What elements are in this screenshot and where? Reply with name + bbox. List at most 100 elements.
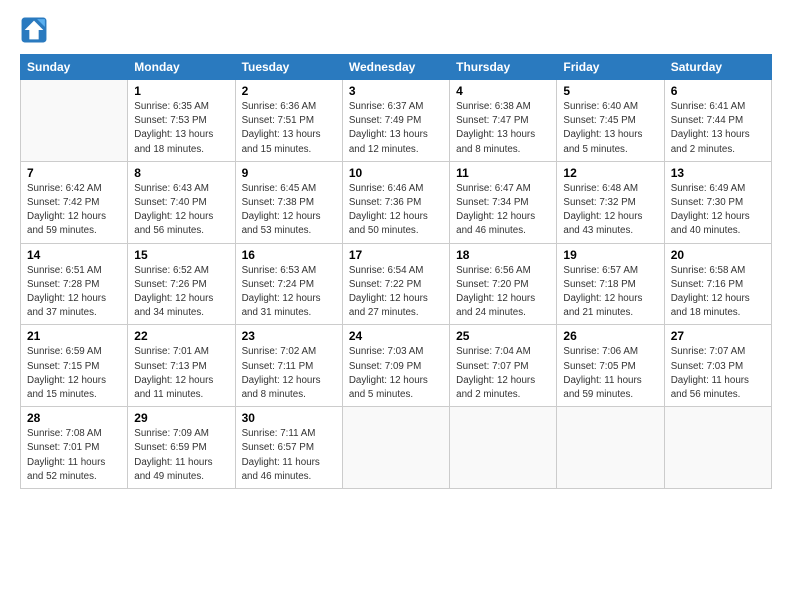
calendar-cell: 21 Sunrise: 6:59 AM Sunset: 7:15 PM Dayli… [21,325,128,407]
day-number: 15 [134,248,228,262]
calendar-cell: 14 Sunrise: 6:51 AM Sunset: 7:28 PM Dayli… [21,243,128,325]
day-info: Sunrise: 7:03 AM Sunset: 7:09 PM Dayligh… [349,345,443,402]
calendar-cell: 27 Sunrise: 7:07 AM Sunset: 7:03 PM Dayli… [664,325,771,407]
calendar-cell [664,407,771,489]
day-info: Sunrise: 6:36 AM Sunset: 7:51 PM Dayligh… [242,100,336,157]
day-info: Sunrise: 6:54 AM Sunset: 7:22 PM Dayligh… [349,264,443,321]
page-header [20,16,772,44]
day-info: Sunrise: 6:42 AM Sunset: 7:42 PM Dayligh… [27,182,121,239]
day-number: 27 [671,329,765,343]
day-header-tuesday: Tuesday [235,55,342,80]
calendar-cell: 17Sunrise: 6:54 AM Sunset: 7:22 PM Dayli… [342,243,449,325]
calendar-cell: 10Sunrise: 6:46 AM Sunset: 7:36 PM Dayli… [342,161,449,243]
day-number: 11 [456,166,550,180]
day-number: 22 [134,329,228,343]
calendar-cell: 8 Sunrise: 6:43 AM Sunset: 7:40 PM Daylig… [128,161,235,243]
day-number: 14 [27,248,121,262]
day-info: Sunrise: 6:53 AM Sunset: 7:24 PM Dayligh… [242,264,336,321]
day-number: 18 [456,248,550,262]
day-number: 8 [134,166,228,180]
day-number: 29 [134,411,228,425]
day-info: Sunrise: 6:40 AM Sunset: 7:45 PM Dayligh… [563,100,657,157]
calendar-week-1: 1 Sunrise: 6:35 AM Sunset: 7:53 PM Daylig… [21,80,772,162]
day-info: Sunrise: 7:09 AM Sunset: 6:59 PM Dayligh… [134,427,228,484]
calendar-cell [450,407,557,489]
day-info: Sunrise: 6:51 AM Sunset: 7:28 PM Dayligh… [27,264,121,321]
day-number: 5 [563,84,657,98]
day-info: Sunrise: 7:07 AM Sunset: 7:03 PM Dayligh… [671,345,765,402]
day-number: 24 [349,329,443,343]
calendar-cell: 23 Sunrise: 7:02 AM Sunset: 7:11 PM Dayli… [235,325,342,407]
day-number: 28 [27,411,121,425]
calendar-cell: 2 Sunrise: 6:36 AM Sunset: 7:51 PM Daylig… [235,80,342,162]
day-info: Sunrise: 7:01 AM Sunset: 7:13 PM Dayligh… [134,345,228,402]
day-number: 12 [563,166,657,180]
calendar-header-row: SundayMondayTuesdayWednesdayThursdayFrid… [21,55,772,80]
calendar-cell: 28 Sunrise: 7:08 AM Sunset: 7:01 PM Dayli… [21,407,128,489]
calendar-cell: 9 Sunrise: 6:45 AM Sunset: 7:38 PM Daylig… [235,161,342,243]
calendar-cell: 11 Sunrise: 6:47 AM Sunset: 7:34 PM Dayli… [450,161,557,243]
day-info: Sunrise: 6:59 AM Sunset: 7:15 PM Dayligh… [27,345,121,402]
day-info: Sunrise: 7:02 AM Sunset: 7:11 PM Dayligh… [242,345,336,402]
day-header-friday: Friday [557,55,664,80]
day-info: Sunrise: 6:37 AM Sunset: 7:49 PM Dayligh… [349,100,443,157]
day-number: 7 [27,166,121,180]
day-header-saturday: Saturday [664,55,771,80]
day-info: Sunrise: 6:38 AM Sunset: 7:47 PM Dayligh… [456,100,550,157]
day-info: Sunrise: 6:35 AM Sunset: 7:53 PM Dayligh… [134,100,228,157]
day-header-monday: Monday [128,55,235,80]
day-info: Sunrise: 7:11 AM Sunset: 6:57 PM Dayligh… [242,427,336,484]
day-number: 4 [456,84,550,98]
calendar-cell: 5 Sunrise: 6:40 AM Sunset: 7:45 PM Daylig… [557,80,664,162]
day-number: 21 [27,329,121,343]
day-info: Sunrise: 6:56 AM Sunset: 7:20 PM Dayligh… [456,264,550,321]
calendar-cell: 30Sunrise: 7:11 AM Sunset: 6:57 PM Dayli… [235,407,342,489]
calendar-cell: 25 Sunrise: 7:04 AM Sunset: 7:07 PM Dayli… [450,325,557,407]
calendar-cell [342,407,449,489]
calendar-cell: 18 Sunrise: 6:56 AM Sunset: 7:20 PM Dayli… [450,243,557,325]
day-info: Sunrise: 6:43 AM Sunset: 7:40 PM Dayligh… [134,182,228,239]
calendar-cell [557,407,664,489]
calendar-cell: 12Sunrise: 6:48 AM Sunset: 7:32 PM Dayli… [557,161,664,243]
day-number: 13 [671,166,765,180]
calendar-cell: 26 Sunrise: 7:06 AM Sunset: 7:05 PM Dayli… [557,325,664,407]
logo [20,16,52,44]
day-info: Sunrise: 7:06 AM Sunset: 7:05 PM Dayligh… [563,345,657,402]
day-number: 26 [563,329,657,343]
calendar-week-4: 21 Sunrise: 6:59 AM Sunset: 7:15 PM Dayli… [21,325,772,407]
day-header-sunday: Sunday [21,55,128,80]
calendar-cell: 24 Sunrise: 7:03 AM Sunset: 7:09 PM Dayli… [342,325,449,407]
day-header-thursday: Thursday [450,55,557,80]
day-info: Sunrise: 6:57 AM Sunset: 7:18 PM Dayligh… [563,264,657,321]
calendar-cell: 29 Sunrise: 7:09 AM Sunset: 6:59 PM Dayli… [128,407,235,489]
day-info: Sunrise: 7:08 AM Sunset: 7:01 PM Dayligh… [27,427,121,484]
day-number: 20 [671,248,765,262]
calendar-cell: 1 Sunrise: 6:35 AM Sunset: 7:53 PM Daylig… [128,80,235,162]
day-info: Sunrise: 6:58 AM Sunset: 7:16 PM Dayligh… [671,264,765,321]
day-number: 2 [242,84,336,98]
day-number: 1 [134,84,228,98]
calendar-cell: 15 Sunrise: 6:52 AM Sunset: 7:26 PM Dayli… [128,243,235,325]
calendar-week-3: 14 Sunrise: 6:51 AM Sunset: 7:28 PM Dayli… [21,243,772,325]
calendar-cell: 16 Sunrise: 6:53 AM Sunset: 7:24 PM Dayli… [235,243,342,325]
day-number: 25 [456,329,550,343]
day-info: Sunrise: 6:52 AM Sunset: 7:26 PM Dayligh… [134,264,228,321]
day-info: Sunrise: 6:45 AM Sunset: 7:38 PM Dayligh… [242,182,336,239]
day-info: Sunrise: 6:47 AM Sunset: 7:34 PM Dayligh… [456,182,550,239]
calendar-cell: 6Sunrise: 6:41 AM Sunset: 7:44 PM Daylig… [664,80,771,162]
calendar-cell: 22 Sunrise: 7:01 AM Sunset: 7:13 PM Dayli… [128,325,235,407]
day-info: Sunrise: 7:04 AM Sunset: 7:07 PM Dayligh… [456,345,550,402]
calendar-table: SundayMondayTuesdayWednesdayThursdayFrid… [20,54,772,489]
calendar-week-5: 28 Sunrise: 7:08 AM Sunset: 7:01 PM Dayli… [21,407,772,489]
day-number: 9 [242,166,336,180]
calendar-cell: 13 Sunrise: 6:49 AM Sunset: 7:30 PM Dayli… [664,161,771,243]
calendar-cell: 19 Sunrise: 6:57 AM Sunset: 7:18 PM Dayli… [557,243,664,325]
day-info: Sunrise: 6:49 AM Sunset: 7:30 PM Dayligh… [671,182,765,239]
day-number: 16 [242,248,336,262]
day-info: Sunrise: 6:46 AM Sunset: 7:36 PM Dayligh… [349,182,443,239]
calendar-cell: 20 Sunrise: 6:58 AM Sunset: 7:16 PM Dayli… [664,243,771,325]
day-number: 19 [563,248,657,262]
day-number: 23 [242,329,336,343]
calendar-cell [21,80,128,162]
calendar-cell: 4 Sunrise: 6:38 AM Sunset: 7:47 PM Daylig… [450,80,557,162]
